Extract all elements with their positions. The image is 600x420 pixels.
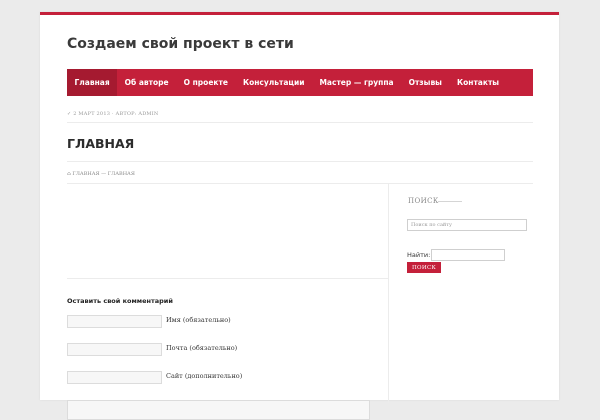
content-sidebar-divider [388,183,389,403]
page-container: Создаем свой проект в сети Главная Об ав… [40,12,559,420]
nav-item-contacts[interactable]: Контакты [449,69,506,96]
comment-textarea[interactable] [67,400,370,420]
divider [67,278,388,279]
nav-item-master-group[interactable]: Мастер — группа [312,69,401,96]
divider [67,183,533,184]
nav-item-home[interactable]: Главная [67,69,118,96]
page-title: ГЛАВНАЯ [67,136,135,151]
nav-item-reviews[interactable]: Отзывы [401,69,449,96]
search-widget-title: ПОИСК [408,197,439,205]
calendar-icon: ✓ [67,111,72,117]
divider [67,122,533,123]
main-navigation: Главная Об авторе О проекте Консультации… [67,69,533,96]
breadcrumb-current: ГЛАВНАЯ [107,171,135,177]
nav-item-consultations[interactable]: Консультации [235,69,312,96]
breadcrumb: ⌂ ГЛАВНАЯ — ГЛАВНАЯ [67,171,135,177]
divider [67,161,533,162]
nav-item-about-project[interactable]: О проекте [176,69,235,96]
email-field-label: Почта (обязательно) [166,344,238,352]
find-label: Найти: [407,251,431,259]
search-button[interactable]: ПОИСК [407,262,441,273]
website-field[interactable] [67,371,162,384]
name-field-label: Имя (обязательно) [166,316,231,324]
website-field-label: Сайт (дополнительно) [166,372,243,380]
nav-item-about-author[interactable]: Об авторе [117,69,176,96]
post-author[interactable]: АВТОР: ADMIN [115,111,158,117]
post-meta: ✓ 2 МАРТ 2013 · АВТОР: ADMIN [67,111,159,117]
breadcrumb-home-link[interactable]: ГЛАВНАЯ [72,171,99,177]
email-field[interactable] [67,343,162,356]
meta-separator: · [111,111,114,117]
sidebar-search-input[interactable] [407,219,527,231]
name-field[interactable] [67,315,162,328]
comment-form-title: Оставить свой комментарий [67,297,173,305]
post-date: 2 МАРТ 2013 [73,111,111,117]
home-icon: ⌂ [67,171,71,177]
widget-title-line [438,201,462,202]
breadcrumb-separator: — [101,171,107,177]
find-input[interactable] [431,249,505,261]
site-title[interactable]: Создаем свой проект в сети [67,36,294,52]
